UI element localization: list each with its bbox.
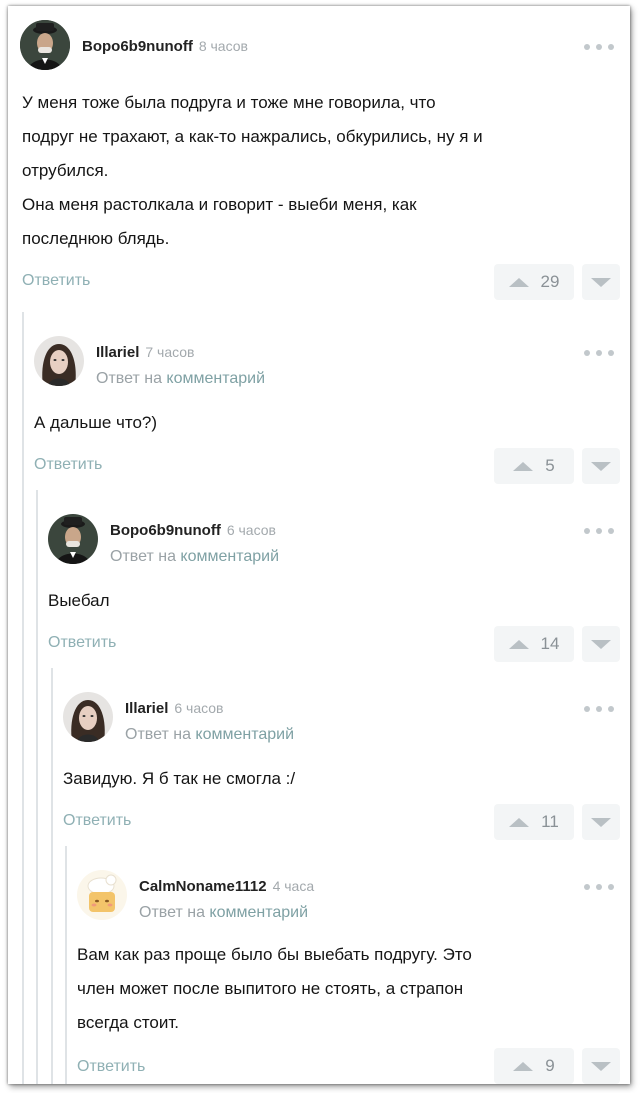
upvote-button[interactable]: 9 xyxy=(494,1048,574,1084)
triangle-up-icon xyxy=(509,817,530,827)
reply-to: Ответ на комментарий xyxy=(96,370,266,387)
author-name[interactable]: Bopo6b9nunoff 8 часов xyxy=(82,38,248,55)
reply-button[interactable]: Ответить xyxy=(48,634,116,652)
comment: Bopo6b9nunoff 8 часов У меня тоже была по… xyxy=(8,6,630,312)
author-name[interactable]: CalmNoname1112 4 часа xyxy=(139,878,314,895)
triangle-down-icon xyxy=(591,1061,611,1071)
reply-to: Ответ на комментарий xyxy=(139,904,309,921)
rating-value: 5 xyxy=(545,456,555,475)
avatar-portrait-icon xyxy=(63,692,113,742)
author-label[interactable]: Illariel xyxy=(125,700,168,717)
comment-text: А дальше что?) xyxy=(34,413,158,432)
thread-line xyxy=(22,312,24,1084)
parent-comment-link[interactable]: комментарий xyxy=(209,904,308,921)
downvote-button[interactable] xyxy=(582,1048,620,1084)
rating-value: 29 xyxy=(540,272,560,291)
timestamp: 8 часов xyxy=(198,38,248,54)
comment: Illariel 6 часов Ответ на комментарий Зав… xyxy=(63,668,630,846)
author-name[interactable]: Bopo6b9nunoff 6 часов xyxy=(110,522,276,539)
comment: Illariel 7 часов Ответ на комментарий А д… xyxy=(34,312,630,490)
timestamp: 6 часов xyxy=(174,700,224,716)
thread-line xyxy=(51,668,53,1084)
comment-text: Вам как раз проще было бы выебать подруг… xyxy=(77,945,472,1032)
triangle-up-icon xyxy=(513,461,534,471)
timestamp: 7 часов xyxy=(145,344,195,360)
timestamp: 6 часов xyxy=(226,522,276,538)
rating-value: 14 xyxy=(540,634,560,653)
downvote-button[interactable] xyxy=(582,626,620,662)
author-name[interactable]: Illariel 6 часов xyxy=(125,700,224,717)
author-label[interactable]: Illariel xyxy=(96,344,139,361)
thread-line xyxy=(65,846,67,1084)
comment-text: У меня тоже была подруга и тоже мне гово… xyxy=(22,93,483,248)
upvote-button[interactable]: 29 xyxy=(494,264,574,300)
comments-thread: Bopo6b9nunoff 8 часов У меня тоже была по… xyxy=(8,6,630,1084)
more-button[interactable] xyxy=(584,882,614,892)
three-dots-icon xyxy=(584,706,590,712)
downvote-button[interactable] xyxy=(582,264,620,300)
parent-comment-link[interactable]: комментарий xyxy=(180,548,279,565)
rating-value: 11 xyxy=(541,812,559,831)
triangle-down-icon xyxy=(591,461,611,471)
avatar-portrait-icon xyxy=(20,20,70,70)
author-label[interactable]: CalmNoname1112 xyxy=(139,878,267,895)
three-dots-icon xyxy=(584,884,590,890)
avatar[interactable] xyxy=(63,692,113,742)
author-label[interactable]: Bopo6b9nunoff xyxy=(82,38,193,55)
three-dots-icon xyxy=(584,44,590,50)
triangle-down-icon xyxy=(591,817,611,827)
parent-comment-link[interactable]: комментарий xyxy=(166,370,265,387)
downvote-button[interactable] xyxy=(582,804,620,840)
avatar[interactable] xyxy=(20,20,70,70)
avatar[interactable] xyxy=(34,336,84,386)
avatar-cartoon-icon xyxy=(77,870,127,920)
comment: Bopo6b9nunoff 6 часов Ответ на комментари… xyxy=(48,490,630,668)
comment-text: Завидую. Я б так не смогла :/ xyxy=(63,769,296,788)
downvote-button[interactable] xyxy=(582,448,620,484)
more-button[interactable] xyxy=(584,348,614,358)
more-button[interactable] xyxy=(584,526,614,536)
parent-comment-link[interactable]: комментарий xyxy=(195,726,294,743)
triangle-up-icon xyxy=(508,277,529,287)
triangle-up-icon xyxy=(508,639,529,649)
reply-button[interactable]: Ответить xyxy=(34,456,102,474)
rating-value: 9 xyxy=(545,1056,555,1075)
three-dots-icon xyxy=(584,350,590,356)
triangle-down-icon xyxy=(591,639,611,649)
reply-button[interactable]: Ответить xyxy=(22,272,90,290)
triangle-down-icon xyxy=(591,277,611,287)
avatar-portrait-icon xyxy=(34,336,84,386)
reply-to: Ответ на комментарий xyxy=(125,726,295,743)
author-name[interactable]: Illariel 7 часов xyxy=(96,344,195,361)
three-dots-icon xyxy=(584,528,590,534)
triangle-up-icon xyxy=(513,1061,534,1071)
timestamp: 4 часа xyxy=(272,878,315,894)
more-button[interactable] xyxy=(584,704,614,714)
avatar-portrait-icon xyxy=(48,514,98,564)
upvote-button[interactable]: 5 xyxy=(494,448,574,484)
author-label[interactable]: Bopo6b9nunoff xyxy=(110,522,221,539)
upvote-button[interactable]: 14 xyxy=(494,626,574,662)
thread-line xyxy=(36,490,38,1084)
avatar[interactable] xyxy=(77,870,127,920)
reply-button[interactable]: Ответить xyxy=(77,1058,145,1076)
comment-text: Выебал xyxy=(48,591,110,610)
reply-to: Ответ на комментарий xyxy=(110,548,280,565)
more-button[interactable] xyxy=(584,42,614,52)
reply-button[interactable]: Ответить xyxy=(63,812,131,830)
avatar[interactable] xyxy=(48,514,98,564)
upvote-button[interactable]: 11 xyxy=(494,804,574,840)
comment: CalmNoname1112 4 часа Ответ на комментари… xyxy=(77,846,630,1084)
